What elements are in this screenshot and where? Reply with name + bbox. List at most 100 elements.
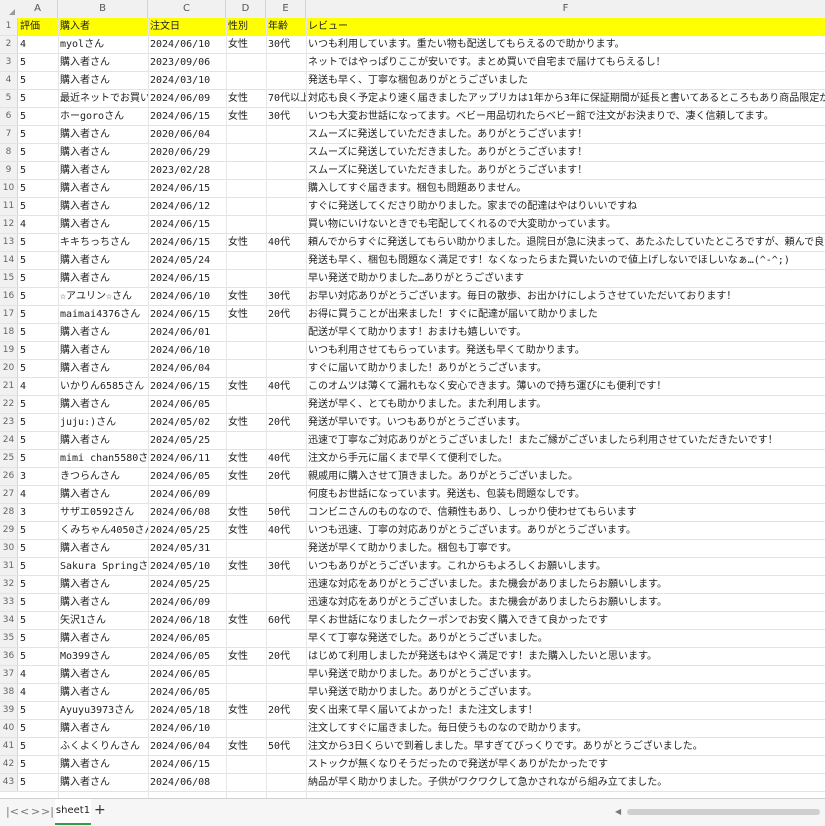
cell-gender[interactable]: 女性 (226, 288, 266, 305)
row-number[interactable]: 25 (0, 450, 18, 467)
row-number[interactable]: 29 (0, 522, 18, 539)
cell-review[interactable]: 買い物にいけないときでも宅配してくれるので大変助かっています。 (306, 216, 825, 233)
cell-age[interactable] (266, 180, 306, 197)
prev-sheet-button[interactable]: < (20, 805, 29, 818)
cell-review[interactable]: 早い発送で助かりました…ありがとうございます (306, 270, 825, 287)
cell-gender[interactable] (226, 360, 266, 377)
cell-rating[interactable]: 5 (18, 648, 58, 665)
row-number[interactable]: 31 (0, 558, 18, 575)
cell-buyer[interactable]: きつらんさん (58, 468, 148, 485)
cell-order-date[interactable]: 2020/06/29 (148, 144, 226, 161)
header-cell-order-date[interactable]: 注文日 (148, 18, 226, 35)
cell-age[interactable] (266, 54, 306, 71)
row-number[interactable]: 28 (0, 504, 18, 521)
cell-gender[interactable]: 女性 (226, 468, 266, 485)
cell-age[interactable] (266, 198, 306, 215)
cell-gender[interactable]: 女性 (226, 306, 266, 323)
cell-gender[interactable] (226, 630, 266, 647)
cell-rating[interactable]: 4 (18, 216, 58, 233)
cell-review[interactable]: このオムツは薄くて漏れもなく安心できます。薄いので持ち運びにも便利です！ (306, 378, 825, 395)
cell-order-date[interactable]: 2024/06/15 (148, 234, 226, 251)
cell-buyer[interactable]: くみちゃん4050さん (58, 522, 148, 539)
row-number[interactable]: 23 (0, 414, 18, 431)
column-header-b[interactable]: B (58, 0, 148, 18)
row-number[interactable]: 10 (0, 180, 18, 197)
column-header-f[interactable]: F (306, 0, 825, 18)
cell-age[interactable]: 30代 (266, 36, 306, 53)
cell-review[interactable]: いつも利用させてもらっています。発送も早くて助かります。 (306, 342, 825, 359)
cell-rating[interactable]: 5 (18, 756, 58, 773)
cell-buyer[interactable]: 購入者さん (58, 576, 148, 593)
cell-rating[interactable]: 5 (18, 774, 58, 791)
cell-age[interactable]: 30代 (266, 108, 306, 125)
cell-rating[interactable]: 5 (18, 54, 58, 71)
row-number[interactable]: 33 (0, 594, 18, 611)
row-number[interactable]: 40 (0, 720, 18, 737)
cell-gender[interactable] (226, 198, 266, 215)
cell-rating[interactable]: 5 (18, 108, 58, 125)
cell-gender[interactable] (226, 216, 266, 233)
cell-age[interactable] (266, 252, 306, 269)
row-number[interactable]: 26 (0, 468, 18, 485)
cell-rating[interactable]: 5 (18, 738, 58, 755)
cell-gender[interactable]: 女性 (226, 378, 266, 395)
row-number[interactable]: 30 (0, 540, 18, 557)
row-number[interactable]: 16 (0, 288, 18, 305)
cell-order-date[interactable]: 2024/03/10 (148, 72, 226, 89)
cell-age[interactable]: 40代 (266, 522, 306, 539)
cell-rating[interactable]: 4 (18, 666, 58, 683)
cell-buyer[interactable]: 購入者さん (58, 180, 148, 197)
cell-rating[interactable]: 5 (18, 90, 58, 107)
cell-buyer[interactable]: 購入者さん (58, 198, 148, 215)
cell-buyer[interactable]: 購入者さん (58, 270, 148, 287)
row-number[interactable]: 9 (0, 162, 18, 179)
row-number[interactable]: 14 (0, 252, 18, 269)
row-number[interactable]: 22 (0, 396, 18, 413)
cell-review[interactable]: いつも迅速、丁寧の対応ありがとうございます。ありがとうございます。 (306, 522, 825, 539)
cell-age[interactable] (266, 666, 306, 683)
cell-order-date[interactable]: 2024/05/10 (148, 558, 226, 575)
cell-buyer[interactable]: 購入者さん (58, 54, 148, 71)
row-number[interactable]: 13 (0, 234, 18, 251)
cell-gender[interactable]: 女性 (226, 108, 266, 125)
row-number[interactable]: 35 (0, 630, 18, 647)
cell-order-date[interactable]: 2024/06/08 (148, 504, 226, 521)
cell-order-date[interactable]: 2024/06/15 (148, 180, 226, 197)
first-sheet-button[interactable]: |< (6, 805, 19, 818)
cell-buyer[interactable]: キキちっちさん (58, 234, 148, 251)
cell-age[interactable] (266, 270, 306, 287)
cell-order-date[interactable]: 2024/06/15 (148, 756, 226, 773)
cell-buyer[interactable]: juju:)さん (58, 414, 148, 431)
cell-review[interactable]: いつも大変お世話になってます。ベビー用品切れたらベビー館で注文がお決まりで、凄く… (306, 108, 825, 125)
cell-gender[interactable] (226, 540, 266, 557)
cell-order-date[interactable]: 2024/06/05 (148, 666, 226, 683)
cell-age[interactable]: 40代 (266, 378, 306, 395)
cell-order-date[interactable]: 2024/06/11 (148, 450, 226, 467)
row-number[interactable]: 37 (0, 666, 18, 683)
cell-rating[interactable]: 5 (18, 180, 58, 197)
cell-buyer[interactable]: 購入者さん (58, 342, 148, 359)
cell-age[interactable]: 20代 (266, 702, 306, 719)
cell-gender[interactable]: 女性 (226, 648, 266, 665)
row-number[interactable]: 4 (0, 72, 18, 89)
cell-review[interactable]: 迅速な対応をありがとうございました。また機会がありましたらお願いします。 (306, 576, 825, 593)
cell-rating[interactable]: 5 (18, 288, 58, 305)
cell-order-date[interactable]: 2023/02/28 (148, 162, 226, 179)
cell-gender[interactable]: 女性 (226, 450, 266, 467)
cell-gender[interactable]: 女性 (226, 558, 266, 575)
cell-age[interactable]: 20代 (266, 306, 306, 323)
cell-buyer[interactable]: 購入者さん (58, 396, 148, 413)
cell-age[interactable] (266, 144, 306, 161)
cell-buyer[interactable]: maimai4376さん (58, 306, 148, 323)
cell-buyer[interactable]: 購入者さん (58, 774, 148, 791)
cell-review[interactable]: 対応も良く予定より速く届きましたアップリカは1年から3年に保証期間が延長と書いて… (306, 90, 825, 107)
cell-review[interactable]: いつもありがとうございます。これからもよろしくお願いします。 (306, 558, 825, 575)
cell-review[interactable]: 何度もお世話になっています。発送も、包装も問題なしです。 (306, 486, 825, 503)
cell-age[interactable] (266, 486, 306, 503)
cell-order-date[interactable]: 2024/06/15 (148, 378, 226, 395)
cell-gender[interactable] (226, 486, 266, 503)
cell-review[interactable]: すぐに発送してくださり助かりました。家までの配達はやはりいいですね (306, 198, 825, 215)
cell-order-date[interactable]: 2024/05/18 (148, 702, 226, 719)
cell-rating[interactable]: 5 (18, 306, 58, 323)
cell-review[interactable]: 発送が早くて助かりました。梱包も丁寧です。 (306, 540, 825, 557)
